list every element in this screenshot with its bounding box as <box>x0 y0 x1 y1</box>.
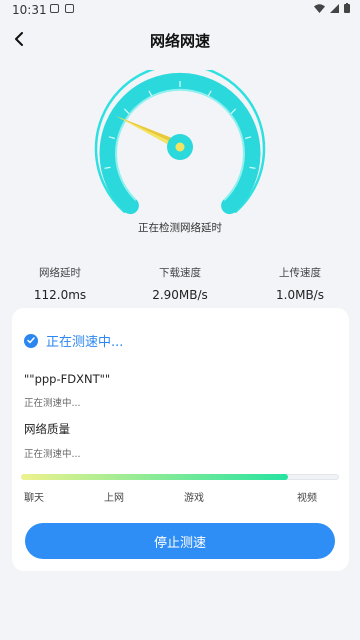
download-label: 下载速度 <box>159 267 201 279</box>
upload-stat: 上传速度 1.0MB/s <box>240 265 360 302</box>
gauge-caption: 正在检测网络延时 <box>138 222 222 234</box>
usage-label-video: 视频 <box>297 493 317 504</box>
wifi-icon <box>314 3 325 13</box>
download-stat: 下载速度 2.90MB/s <box>120 265 240 302</box>
network-quality-status: 正在测速中... <box>24 449 81 460</box>
usage-label-game: 游戏 <box>184 493 204 504</box>
check-circle-icon <box>24 333 38 348</box>
gauge-dial <box>94 70 266 215</box>
stop-test-button[interactable]: 停止测速 <box>25 523 335 559</box>
latency-label: 网络延时 <box>39 267 81 279</box>
download-value: 2.90MB/s <box>152 288 208 302</box>
signal-icon <box>330 3 339 13</box>
battery-icon <box>344 3 350 13</box>
upload-label: 上传速度 <box>279 267 321 279</box>
network-name-status: 正在测速中... <box>24 398 81 409</box>
usage-label-chat: 聊天 <box>24 493 44 504</box>
network-name: ""ppp-FDXNT"" <box>24 372 111 386</box>
status-time: 10:31 <box>12 3 47 17</box>
speed-gauge: 正在检测网络延时 <box>0 70 360 240</box>
latency-value: 112.0ms <box>33 288 87 302</box>
network-quality-section: 网络质量 正在测速中... <box>24 421 81 460</box>
network-name-section: ""ppp-FDXNT"" 正在测速中... <box>24 372 110 409</box>
page-title: 网络网速 <box>149 32 210 50</box>
quality-progress-fill <box>21 474 289 480</box>
app-notification-icon <box>65 4 74 13</box>
notification-icon <box>50 4 59 13</box>
quality-progress-bar <box>21 474 339 480</box>
upload-value: 1.0MB/s <box>276 288 324 302</box>
testing-status: 正在测速中... <box>24 331 123 350</box>
network-quality-title: 网络质量 <box>24 422 70 436</box>
stats-row: 网络延时 112.0ms 下载速度 2.90MB/s 上传速度 1.0MB/s <box>0 265 360 305</box>
status-bar: 10:31 <box>0 0 360 20</box>
usage-labels: 聊天 上网 游戏 视频 <box>12 489 349 504</box>
latency-stat: 网络延时 112.0ms <box>0 265 120 302</box>
usage-label-browse: 上网 <box>104 493 124 504</box>
speed-test-card: 正在测速中... ""ppp-FDXNT"" 正在测速中... 网络质量 正在测… <box>12 308 349 571</box>
app-bar: 网络网速 <box>0 26 360 54</box>
testing-status-label: 正在测速中... <box>46 335 124 350</box>
